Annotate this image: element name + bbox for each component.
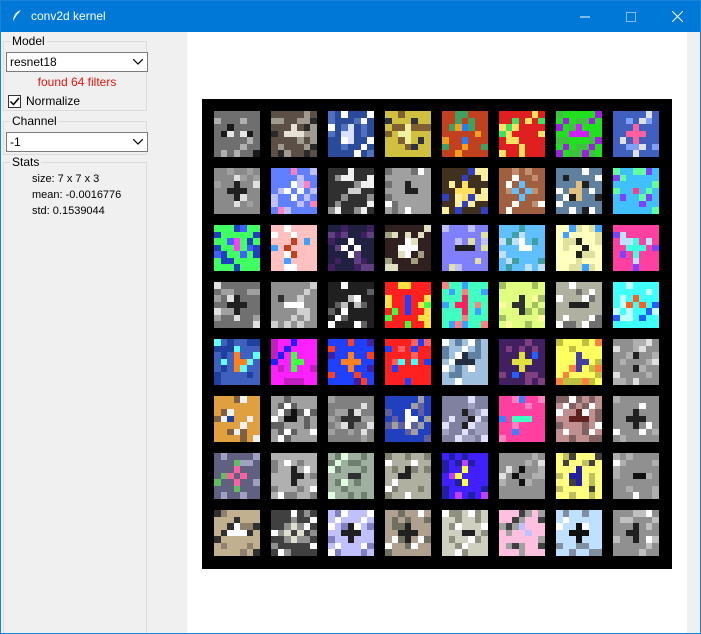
normalize-checkbox[interactable] [8,94,21,108]
filter-tile [442,510,488,556]
filter-tile [214,111,260,157]
app-window: conv2d kernel Model resnet18 found 64 fi… [0,0,701,634]
filter-tile [385,339,431,385]
filter-tile [214,453,260,499]
stats-group-label: Stats [10,155,42,169]
close-button[interactable] [654,1,700,32]
filter-tile [271,111,317,157]
filter-tile [328,168,374,214]
filter-tile [328,453,374,499]
stats-group: Stats size: 7 x 7 x 3 mean: -0.0016776 s… [3,155,147,633]
model-select[interactable]: resnet18 [6,52,148,72]
checkmark-icon [9,97,20,106]
filter-tile [613,396,659,442]
maximize-icon [626,11,636,22]
filter-tile [442,282,488,328]
filter-tile [271,339,317,385]
filter-tile [556,168,602,214]
minimize-icon [580,16,590,17]
filter-tile [442,225,488,271]
model-group-label: Model [10,34,47,48]
stats-size: size: 7 x 7 x 3 [32,173,100,185]
filter-tile [613,339,659,385]
filter-tile [499,396,545,442]
filter-tile [214,339,260,385]
filter-tile [385,168,431,214]
filter-tile [556,225,602,271]
filter-tile [271,282,317,328]
filter-tile [556,339,602,385]
filter-tile [499,453,545,499]
window-title: conv2d kernel [31,9,106,23]
channel-group: Channel -1 [3,114,148,155]
filter-tile [556,111,602,157]
filter-tile [328,510,374,556]
filter-tile [442,339,488,385]
filter-tile [556,510,602,556]
filter-tile [271,510,317,556]
filter-tile [328,111,374,157]
filter-tile [214,225,260,271]
chevron-down-icon [133,59,143,65]
filter-grid [202,99,672,569]
minimize-button[interactable] [562,1,608,32]
channel-select-value: -1 [10,135,21,149]
filter-tile [328,396,374,442]
title-bar[interactable]: conv2d kernel [1,1,700,32]
model-select-value: resnet18 [10,55,57,69]
filter-tile [613,510,659,556]
filter-tile [328,282,374,328]
filter-tile [271,168,317,214]
filter-tile [214,396,260,442]
chevron-down-icon [133,139,143,145]
model-group: Model resnet18 found 64 filters Normaliz… [3,34,148,111]
filter-tile [613,225,659,271]
filter-tile [271,396,317,442]
filter-tile [385,396,431,442]
filter-tile [613,282,659,328]
filter-tile [613,453,659,499]
filter-tile [385,453,431,499]
filter-tile [385,510,431,556]
filter-tile [499,339,545,385]
filter-tile [385,225,431,271]
maximize-button[interactable] [608,1,654,32]
filter-tile [442,168,488,214]
stats-std: std: 0.1539044 [32,205,105,217]
channel-select[interactable]: -1 [6,132,148,152]
channel-group-label: Channel [10,114,59,128]
normalize-checkbox-row[interactable]: Normalize [8,94,80,108]
filter-tile [613,111,659,157]
feather-icon [12,10,21,23]
filter-tile [442,396,488,442]
filter-tile [499,510,545,556]
kernel-canvas-area [187,32,687,633]
filter-tile [442,453,488,499]
filter-tile [214,168,260,214]
filter-tile [499,168,545,214]
filter-tile [385,111,431,157]
filter-tile [271,225,317,271]
filter-tile [214,282,260,328]
filter-tile [613,168,659,214]
stats-mean: mean: -0.0016776 [32,189,122,201]
filter-tile [328,225,374,271]
filter-tile [499,282,545,328]
filter-tile [556,453,602,499]
normalize-label: Normalize [26,94,81,108]
filter-tile [442,111,488,157]
filter-tile [556,396,602,442]
filter-tile [271,453,317,499]
sidebar: Model resnet18 found 64 filters Normaliz… [1,32,187,633]
filter-tile [214,510,260,556]
right-margin [687,32,700,633]
filter-tile [556,282,602,328]
filter-tile [499,225,545,271]
filter-tile [328,339,374,385]
filter-tile [499,111,545,157]
filter-tile [385,282,431,328]
close-icon [671,11,683,22]
filters-found-text: found 64 filters [37,75,117,89]
